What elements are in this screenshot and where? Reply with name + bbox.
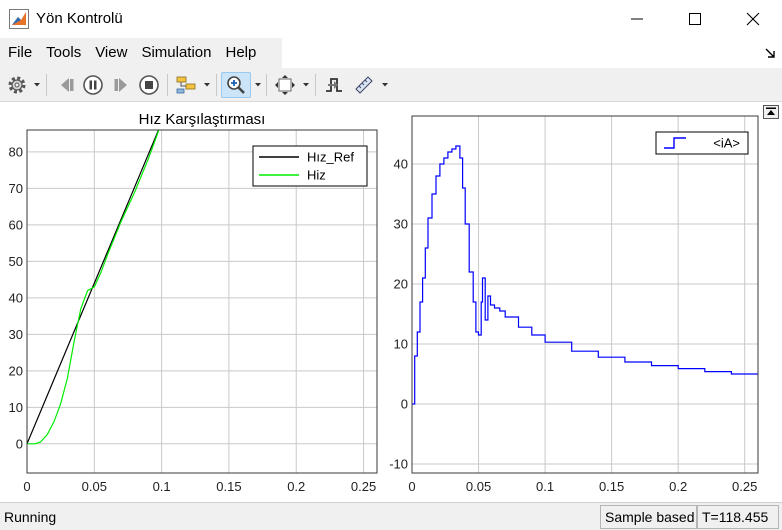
simulation-time: T=118.455 (697, 505, 779, 529)
menu-bar: File Tools View Simulation Help (0, 38, 782, 68)
gear-icon (8, 76, 26, 94)
minimize-icon (631, 18, 643, 20)
ruler-icon (355, 76, 373, 94)
toolbar-separator (167, 74, 168, 96)
zoom-dropdown-arrow-icon[interactable] (254, 82, 262, 88)
stop-button[interactable] (136, 72, 162, 98)
measurements-button[interactable] (351, 72, 377, 98)
menu-view[interactable]: View (87, 38, 133, 68)
toolbar (0, 68, 782, 102)
simulation-status: Running (4, 509, 57, 525)
legend-toggle-icon[interactable] (763, 105, 779, 119)
stop-icon (139, 75, 159, 95)
zoom-in-icon (227, 76, 245, 94)
fit-view-icon (275, 75, 295, 95)
step-forward-icon (114, 78, 127, 92)
scope-plot-area (0, 102, 782, 502)
fit-to-view-button[interactable] (272, 72, 298, 98)
close-button[interactable] (724, 0, 782, 38)
undock-arrow-icon[interactable] (764, 47, 776, 59)
signal-dropdown-arrow-icon[interactable] (203, 82, 211, 88)
settings-button[interactable] (4, 72, 30, 98)
step-back-button[interactable] (54, 72, 80, 98)
maximize-button[interactable] (666, 0, 724, 38)
title-bar: Yön Kontrolü (0, 0, 782, 38)
window-title: Yön Kontrolü (36, 10, 123, 27)
menu-strip: File Tools View Simulation Help (0, 38, 282, 68)
toolbar-separator (266, 74, 267, 96)
minimize-button[interactable] (608, 0, 666, 38)
menu-tools[interactable]: Tools (38, 38, 87, 68)
matlab-icon (9, 9, 29, 29)
sample-mode-indicator: Sample based (600, 505, 697, 529)
settings-dropdown-arrow-icon[interactable] (33, 82, 41, 88)
toolbar-separator (315, 74, 316, 96)
menu-file[interactable]: File (0, 38, 38, 68)
zoom-button[interactable] (221, 72, 251, 98)
signal-tree-icon (176, 76, 196, 94)
pause-icon (83, 75, 103, 95)
status-bar: Running Sample based T=118.455 (0, 502, 782, 530)
step-back-icon (61, 78, 74, 92)
fit-dropdown-arrow-icon[interactable] (302, 82, 310, 88)
toolbar-separator (216, 74, 217, 96)
highlight-signal-button[interactable] (173, 72, 199, 98)
maximize-icon (689, 13, 701, 25)
menu-simulation[interactable]: Simulation (133, 38, 217, 68)
step-forward-button[interactable] (108, 72, 134, 98)
menu-help[interactable]: Help (218, 38, 263, 68)
measurements-dropdown-arrow-icon[interactable] (381, 82, 389, 88)
trigger-icon (326, 78, 342, 92)
toolbar-separator (46, 74, 47, 96)
triggers-button[interactable] (321, 72, 347, 98)
pause-button[interactable] (80, 72, 106, 98)
close-icon (746, 12, 760, 26)
